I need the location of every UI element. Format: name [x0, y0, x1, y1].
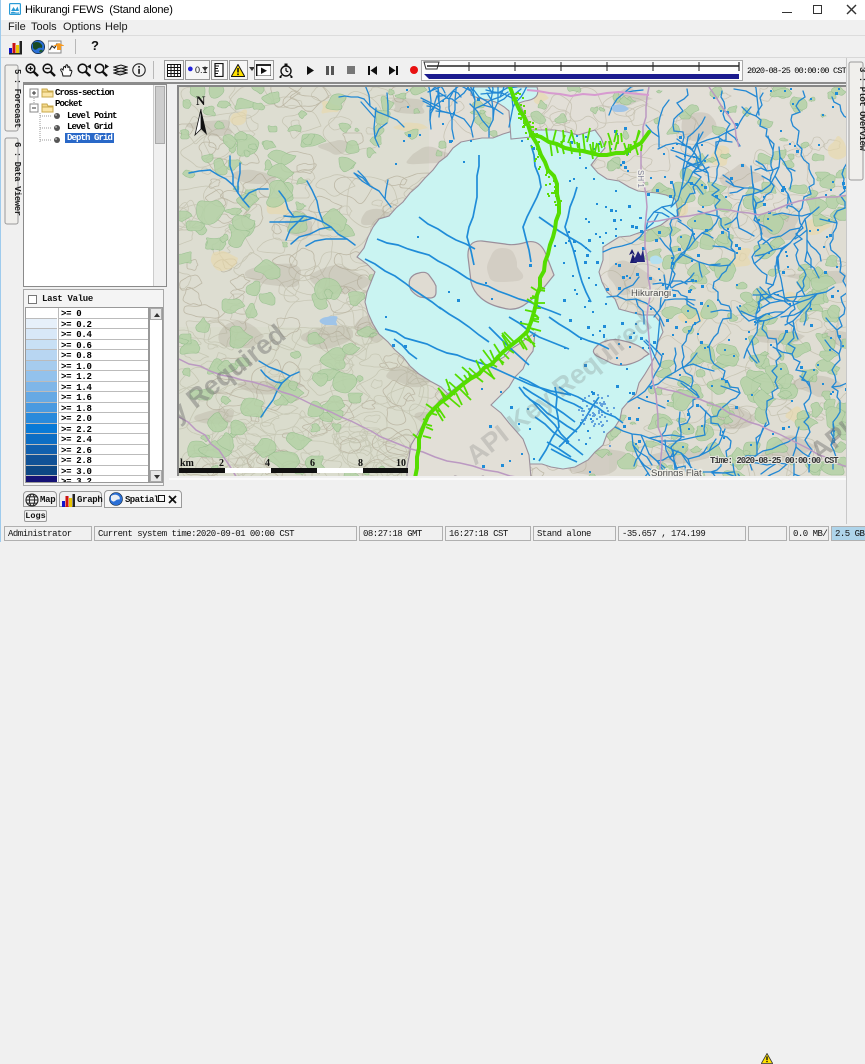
svg-text:Springs Flat: Springs Flat — [651, 468, 702, 476]
svg-text:SH 1: SH 1 — [636, 170, 645, 188]
svg-text:2: 2 — [219, 458, 224, 469]
svg-text:Time: 2020-08-25 00:00:00 CST: Time: 2020-08-25 00:00:00 CST — [710, 456, 839, 466]
svg-text:5 : Forecast: 5 : Forecast — [12, 69, 22, 128]
svg-text:8: 8 — [358, 458, 363, 469]
svg-text:6 : Data Viewer: 6 : Data Viewer — [12, 142, 22, 216]
svg-text:4: 4 — [265, 458, 270, 469]
svg-text:N: N — [196, 93, 206, 108]
svg-text:km: km — [180, 458, 195, 469]
svg-text:10: 10 — [396, 458, 406, 469]
svg-text:Hikurangi: Hikurangi — [631, 288, 671, 299]
svg-text:6: 6 — [310, 458, 315, 469]
svg-text:3 : Plot Overview: 3 : Plot Overview — [857, 67, 865, 151]
